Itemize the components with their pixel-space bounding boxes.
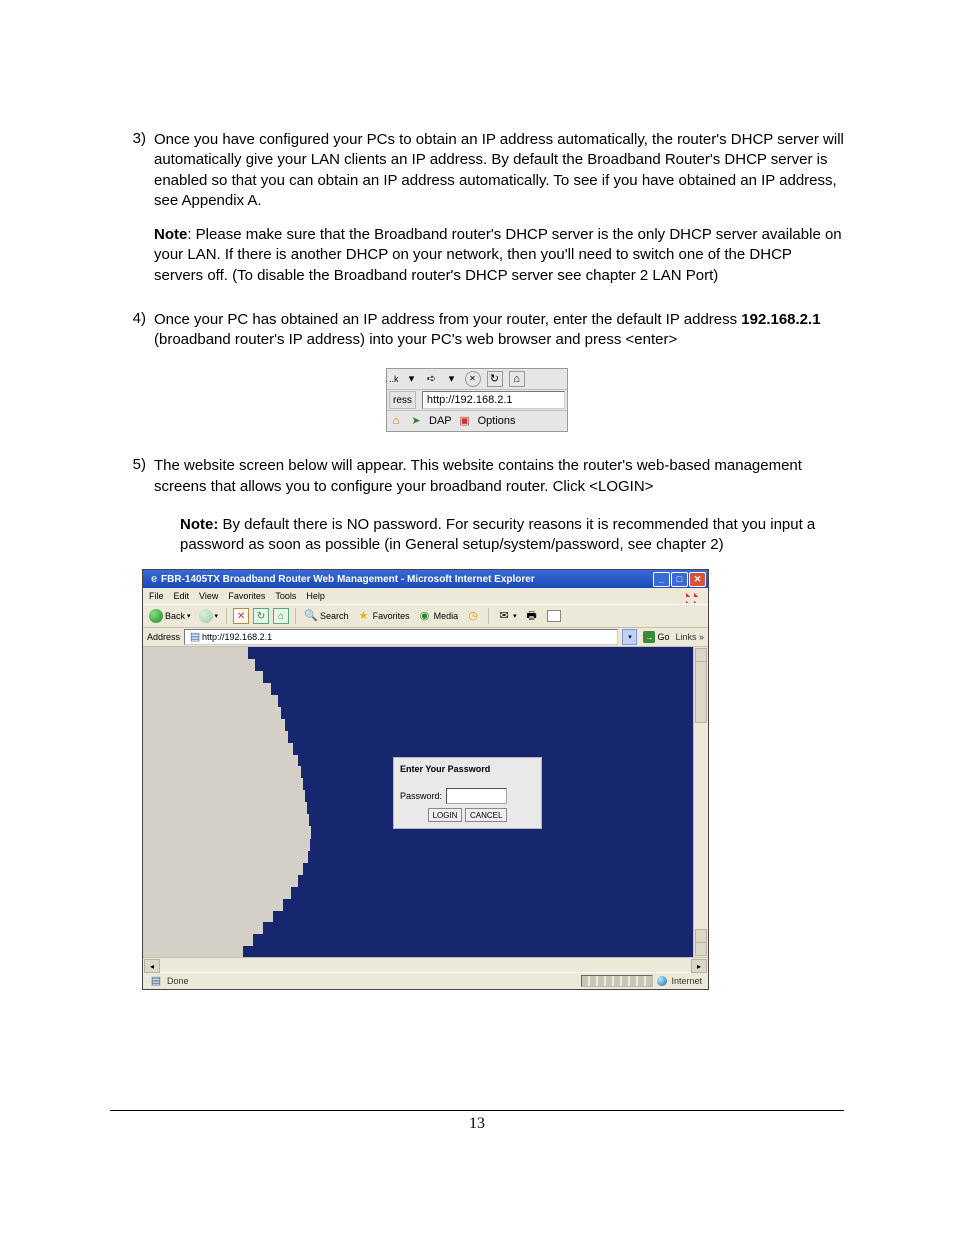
dap-label: DAP bbox=[429, 415, 452, 427]
stop-button[interactable]: ✕ bbox=[233, 608, 249, 624]
note-label: Note: bbox=[180, 516, 218, 533]
options-icon: ▣ bbox=[458, 414, 472, 428]
address-url[interactable]: http://192.168.2.1 bbox=[422, 391, 565, 409]
vertical-scrollbar[interactable] bbox=[693, 647, 708, 957]
window-title: FBR-1405TX Broadband Router Web Manageme… bbox=[161, 574, 535, 585]
status-text: Done bbox=[167, 976, 189, 986]
list-item-3: 3) Once you have configured your PCs to … bbox=[110, 130, 844, 292]
edit-icon bbox=[547, 610, 561, 622]
footer-rule bbox=[110, 1110, 844, 1111]
stop-icon: ✕ bbox=[465, 371, 481, 387]
address-label: Address bbox=[147, 632, 180, 642]
caret-down-icon: ▾ bbox=[405, 372, 419, 386]
page-icon: ▤ bbox=[188, 630, 202, 644]
password-input[interactable] bbox=[446, 788, 507, 804]
list-number: 5) bbox=[110, 456, 154, 497]
list-body-text-b: (broadband router's IP address) into you… bbox=[154, 331, 677, 348]
history-icon: ◷ bbox=[466, 609, 480, 623]
scroll-left-arrow[interactable]: ◂ bbox=[144, 959, 160, 973]
ip-address: 192.168.2.1 bbox=[741, 311, 820, 328]
edit-button[interactable] bbox=[545, 609, 563, 623]
address-input[interactable]: ▤ http://192.168.2.1 bbox=[184, 629, 618, 645]
menu-file[interactable]: File bbox=[149, 591, 164, 601]
menu-favorites[interactable]: Favorites bbox=[228, 591, 265, 601]
back-button[interactable]: Back ▾ bbox=[147, 608, 193, 624]
progress-indicator bbox=[581, 975, 653, 987]
star-icon: ★ bbox=[357, 609, 371, 623]
list-number: 4) bbox=[110, 310, 154, 351]
note-body: : Please make sure that the Broadband ro… bbox=[154, 226, 842, 284]
history-button[interactable]: ◷ bbox=[464, 608, 482, 624]
menu-bar: File Edit View Favorites Tools Help bbox=[143, 588, 708, 604]
media-button[interactable]: ◉Media bbox=[416, 608, 461, 624]
address-bar-figure: ..k ▾ ➪ ▾ ✕ ↻ ⌂ ress http://192.168.2.1 … bbox=[386, 368, 568, 432]
address-label-fragment: ress bbox=[389, 391, 416, 409]
ie-icon: e bbox=[147, 572, 161, 586]
scroll-thumb[interactable] bbox=[695, 661, 707, 723]
minimize-button[interactable]: _ bbox=[653, 572, 670, 587]
list-item-4: 4) Once your PC has obtained an IP addre… bbox=[110, 310, 844, 351]
login-button[interactable]: LOGIN bbox=[428, 808, 463, 822]
menu-tools[interactable]: Tools bbox=[275, 591, 296, 601]
options-label: Options bbox=[478, 415, 516, 427]
home-icon: ⌂ bbox=[389, 414, 403, 428]
window-title-bar: e FBR-1405TX Broadband Router Web Manage… bbox=[143, 570, 708, 588]
menu-view[interactable]: View bbox=[199, 591, 218, 601]
links-label[interactable]: Links » bbox=[675, 632, 704, 642]
refresh-icon: ↻ bbox=[487, 371, 503, 387]
home-icon: ⌂ bbox=[509, 371, 525, 387]
scroll-up-arrow[interactable] bbox=[695, 648, 707, 662]
refresh-button[interactable]: ↻ bbox=[253, 608, 269, 624]
caret-down-icon: ▾ bbox=[445, 372, 459, 386]
status-bar: ▤ Done Internet bbox=[143, 972, 708, 989]
list-number: 3) bbox=[110, 130, 154, 292]
print-button[interactable]: 🖶 bbox=[523, 608, 541, 624]
login-header: Enter Your Password bbox=[400, 764, 535, 774]
menu-edit[interactable]: Edit bbox=[174, 591, 190, 601]
favorites-button[interactable]: ★Favorites bbox=[355, 608, 412, 624]
page-number: 13 bbox=[110, 1115, 844, 1133]
browser-screenshot: e FBR-1405TX Broadband Router Web Manage… bbox=[142, 569, 709, 990]
list-body-text-a: Once your PC has obtained an IP address … bbox=[154, 311, 741, 328]
search-button[interactable]: 🔍Search bbox=[302, 608, 351, 624]
note-label: Note bbox=[154, 226, 187, 243]
close-button[interactable]: ✕ bbox=[689, 572, 706, 587]
address-bar: Address ▤ http://192.168.2.1 ▾ →Go Links… bbox=[143, 628, 708, 647]
scroll-down-arrow[interactable] bbox=[695, 929, 707, 943]
internet-zone-icon bbox=[657, 976, 667, 986]
maximize-button[interactable]: □ bbox=[671, 572, 688, 587]
address-dropdown[interactable]: ▾ bbox=[622, 629, 637, 645]
password-label: Password: bbox=[400, 791, 442, 801]
print-icon: 🖶 bbox=[525, 609, 539, 623]
scroll-right-arrow[interactable]: ▸ bbox=[691, 959, 707, 973]
note-body: By default there is NO password. For sec… bbox=[180, 516, 815, 553]
menu-help[interactable]: Help bbox=[306, 591, 325, 601]
media-icon: ◉ bbox=[418, 609, 432, 623]
horizontal-scrollbar[interactable]: ◂ ▸ bbox=[143, 957, 708, 972]
toolbar: Back ▾ ▾ ✕ ↻ ⌂ 🔍Search ★Favorites ◉Media… bbox=[143, 604, 708, 628]
address-url-text: http://192.168.2.1 bbox=[202, 632, 272, 642]
zone-label: Internet bbox=[671, 976, 702, 986]
scroll-corner bbox=[695, 942, 707, 956]
mail-icon: ✉ bbox=[497, 609, 511, 623]
go-button[interactable]: →Go bbox=[641, 631, 671, 643]
dap-icon: ➤ bbox=[409, 414, 423, 428]
cancel-button[interactable]: CANCEL bbox=[465, 808, 507, 822]
forward-arrow-icon: ➪ bbox=[425, 372, 439, 386]
list-item-5: 5) The website screen below will appear.… bbox=[110, 456, 844, 497]
windows-logo-icon bbox=[686, 589, 702, 603]
mail-button[interactable]: ✉▾ bbox=[495, 608, 519, 624]
home-button[interactable]: ⌂ bbox=[273, 608, 289, 624]
search-icon: 🔍 bbox=[304, 609, 318, 623]
browser-content: Enter Your Password Password: LOGIN CANC… bbox=[143, 647, 708, 957]
page-icon: ▤ bbox=[149, 974, 163, 988]
list-body-text: The website screen below will appear. Th… bbox=[154, 457, 802, 494]
login-panel: Enter Your Password Password: LOGIN CANC… bbox=[393, 757, 542, 829]
forward-button[interactable]: ▾ bbox=[197, 608, 221, 624]
list-body-text: Once you have configured your PCs to obt… bbox=[154, 131, 844, 209]
